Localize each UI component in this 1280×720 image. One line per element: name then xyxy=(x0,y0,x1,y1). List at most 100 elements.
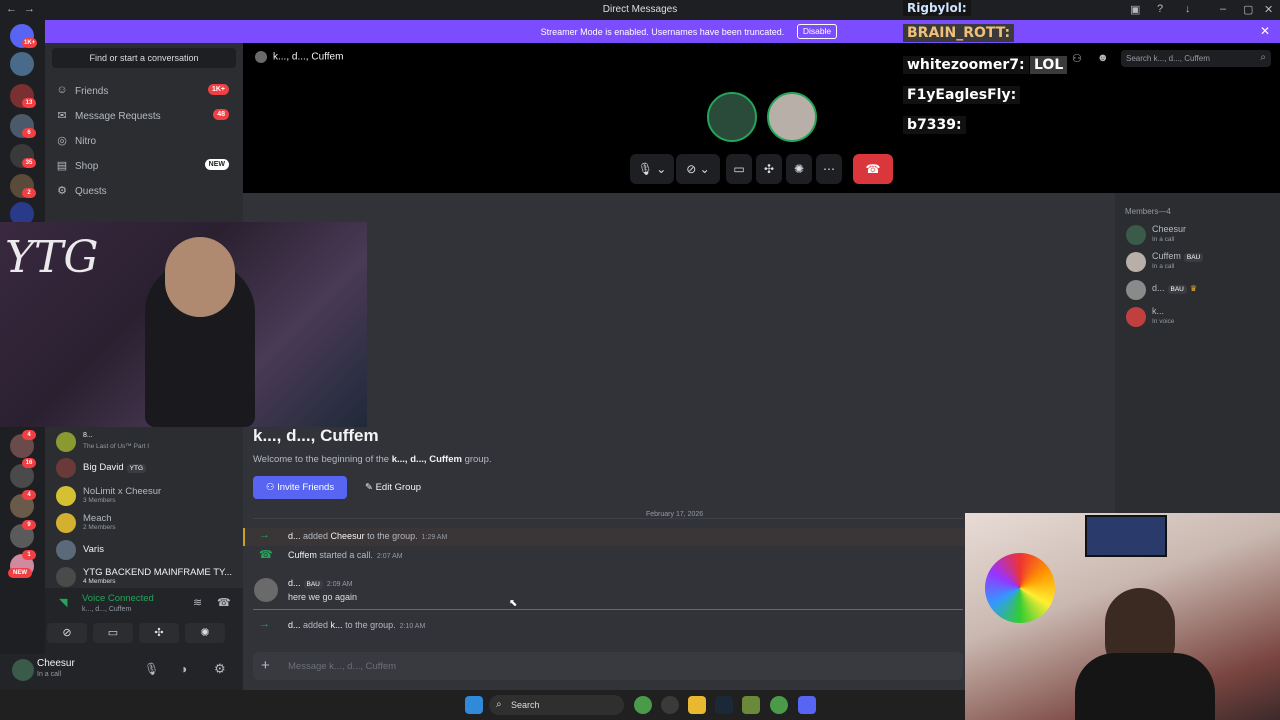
inbox-icon[interactable]: ▣ xyxy=(1130,3,1140,16)
disconnect-icon[interactable]: ☎ xyxy=(217,596,231,609)
user-avatar[interactable] xyxy=(12,659,34,681)
taskbar-search[interactable]: ⌕ Search xyxy=(489,695,624,715)
activities-call-button[interactable]: ✣ xyxy=(756,154,782,184)
dm-name: 8... xyxy=(83,432,93,439)
mouse-cursor-icon: ⬉ xyxy=(509,598,518,609)
browser-icon[interactable] xyxy=(661,696,679,714)
leave-call-button[interactable]: ☎ xyxy=(853,154,893,184)
steam-icon[interactable] xyxy=(715,696,733,714)
activities-button[interactable]: ✣ xyxy=(139,623,179,643)
headset-icon[interactable]: ◑ xyxy=(180,662,187,676)
camera-toggle-button[interactable]: ⊘ ⌄ xyxy=(676,154,720,184)
chat-header-name: k..., d..., Cuffem xyxy=(273,51,344,63)
avatar[interactable] xyxy=(254,578,278,602)
close-window-icon[interactable]: ✕ xyxy=(1264,3,1273,16)
add-attachment-icon[interactable]: + xyxy=(261,657,270,674)
close-banner-icon[interactable]: ✕ xyxy=(1260,24,1270,38)
member-item[interactable]: d... BAU ♛ xyxy=(1123,276,1273,304)
window-title: Direct Messages xyxy=(602,4,678,15)
nav-nitro[interactable]: ◎ Nitro xyxy=(55,130,233,152)
call-participant-avatar[interactable] xyxy=(707,92,757,142)
server-icon[interactable] xyxy=(10,52,34,76)
call-participant-avatar[interactable] xyxy=(767,92,817,142)
dm-item[interactable]: 8... The Last of Us™ Part I xyxy=(53,429,237,455)
dm-item[interactable]: Meach 2 Members xyxy=(53,510,237,536)
dm-item[interactable]: Varis xyxy=(53,537,237,563)
member-status: In a call xyxy=(1152,263,1175,270)
find-conversation-input[interactable]: Find or start a conversation xyxy=(52,48,236,68)
dm-name: Meach xyxy=(83,513,112,524)
server-badge: 2 xyxy=(22,188,36,198)
system-message: d... added Cheesur to the group. 1:29 AM xyxy=(288,531,447,541)
msg-rest: to the group. xyxy=(364,531,418,541)
download-icon[interactable]: ↓ xyxy=(1185,3,1191,15)
chrome-icon[interactable] xyxy=(770,696,788,714)
msg-time: 2:09 AM xyxy=(326,581,353,588)
quests-icon: ⚙ xyxy=(57,185,67,197)
discord-icon[interactable] xyxy=(798,696,816,714)
nav-badge: NEW xyxy=(204,159,229,170)
chrome-icon[interactable] xyxy=(634,696,652,714)
nav-shop[interactable]: ▤ Shop NEW xyxy=(55,155,233,177)
server-badge: 9 xyxy=(22,520,36,530)
msg-action: added xyxy=(300,531,331,541)
prize-wheel xyxy=(985,553,1055,623)
msg-time: 1:29 AM xyxy=(421,534,448,541)
crown-icon: ♛ xyxy=(1189,284,1198,293)
nav-friends[interactable]: ☺ Friends 1K+ xyxy=(55,80,233,102)
soundboard-button[interactable]: ✺ xyxy=(185,623,225,643)
voice-panel: ◥ Voice Connected k..., d..., Cuffem ≋ ☎… xyxy=(45,588,243,654)
member-item[interactable]: k... In voice xyxy=(1123,303,1273,331)
minimize-icon[interactable]: – xyxy=(1220,3,1226,15)
member-item[interactable]: Cheesur In a call xyxy=(1123,221,1273,249)
member-status: In voice xyxy=(1152,318,1175,325)
dm-item[interactable]: YTG BACKEND MAINFRAME TY... 4 Members xyxy=(53,564,237,590)
more-options-icon[interactable]: ⋯ xyxy=(816,154,842,184)
minecraft-icon[interactable] xyxy=(742,696,760,714)
dm-subtext: 2 Members xyxy=(83,524,116,531)
welcome-prefix: Welcome to the beginning of the xyxy=(253,454,392,465)
server-badge: 4 xyxy=(22,430,36,440)
pencil-icon: ✎ xyxy=(364,482,376,493)
member-list-icon[interactable]: ☻ xyxy=(1097,52,1109,64)
dm-item[interactable]: NoLimit x Cheesur 3 Members xyxy=(53,483,237,509)
dm-item[interactable]: Big David YTG xyxy=(53,455,237,481)
soundboard-call-button[interactable]: ✺ xyxy=(786,154,812,184)
chat-search-input[interactable]: Search k..., d..., Cuffem ⌕ xyxy=(1121,50,1271,67)
add-friends-icon[interactable]: ⚇ xyxy=(1072,52,1082,65)
microphone-icon[interactable]: 🎙 xyxy=(144,662,159,676)
disable-streamer-mode-button[interactable]: Disable xyxy=(797,24,837,39)
voice-channel: k..., d..., Cuffem xyxy=(82,606,132,613)
message-composer[interactable]: + Message k..., d..., Cuffem xyxy=(253,652,963,680)
dm-subtext: 3 Members xyxy=(83,497,116,504)
maximize-icon[interactable]: ▢ xyxy=(1243,3,1253,16)
invite-friends-button[interactable]: ⚇ Invite Friends xyxy=(253,476,347,499)
nav-quests[interactable]: ⚙ Quests xyxy=(55,180,233,202)
signal-icon: ◥ xyxy=(59,597,68,609)
help-icon[interactable]: ? xyxy=(1157,3,1163,15)
msg-action: added xyxy=(300,620,331,630)
camera-off-button[interactable]: ⊘ xyxy=(47,623,87,643)
screen-share-call-button[interactable]: ▭ xyxy=(726,154,752,184)
screen-share-button[interactable]: ▭ xyxy=(93,623,133,643)
home-badge: 1K+ xyxy=(22,38,38,48)
nav-message-requests[interactable]: ✉ Message Requests 48 xyxy=(55,105,233,127)
banner-text: Streamer Mode is enabled. Usernames have… xyxy=(540,27,785,37)
settings-gear-icon[interactable]: ⚙ xyxy=(214,661,226,677)
search-icon: ⌕ xyxy=(496,699,502,710)
group-avatar xyxy=(255,51,267,63)
msg-actor: Cuffem xyxy=(288,550,317,560)
add-person-icon: ⚇ xyxy=(265,482,278,493)
msg-actor[interactable]: d... xyxy=(288,578,301,588)
nav-label: Quests xyxy=(75,186,107,197)
mute-toggle-button[interactable]: 🎙 ⌄ xyxy=(630,154,674,184)
nitro-icon: ◎ xyxy=(57,135,67,147)
overlay-chat-line: Rigbylol: xyxy=(903,0,971,16)
file-explorer-icon[interactable] xyxy=(688,696,706,714)
edit-group-button[interactable]: ✎ Edit Group xyxy=(355,476,431,499)
dm-tag: YTG xyxy=(126,464,147,473)
voice-status[interactable]: Voice Connected xyxy=(82,593,154,604)
member-item[interactable]: Cuffem BAU In a call xyxy=(1123,248,1273,276)
noise-suppression-icon[interactable]: ≋ xyxy=(193,596,202,609)
start-icon[interactable] xyxy=(465,696,483,714)
